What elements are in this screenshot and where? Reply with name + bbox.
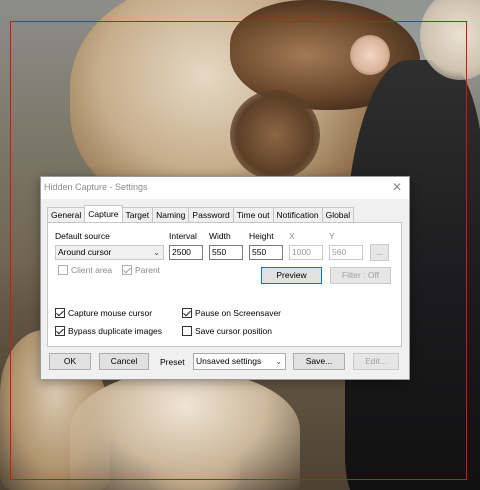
capture-mouse-cursor-checkbox[interactable]: Capture mouse cursor xyxy=(55,308,152,318)
filter-button[interactable]: Filter : Off xyxy=(330,267,391,284)
capture-tab-panel: Default source Around cursor ⌄ Interval … xyxy=(47,222,402,347)
checkbox-box xyxy=(182,326,192,336)
height-input[interactable]: 550 xyxy=(249,245,283,260)
y-input[interactable]: 560 xyxy=(329,245,363,260)
more-button[interactable]: ... xyxy=(370,244,389,261)
interval-input[interactable]: 2500 xyxy=(169,245,203,260)
save-cursor-position-checkbox[interactable]: Save cursor position xyxy=(182,326,272,336)
pause-on-screensaver-label: Pause on Screensaver xyxy=(195,308,281,318)
default-source-value: Around cursor xyxy=(58,247,112,257)
parent-checkbox[interactable]: Parent xyxy=(122,265,160,275)
height-label: Height xyxy=(249,231,274,241)
capture-mouse-cursor-label: Capture mouse cursor xyxy=(68,308,153,318)
default-source-label: Default source xyxy=(55,231,110,241)
x-input[interactable]: 1000 xyxy=(289,245,323,260)
tab-time-out[interactable]: Time out xyxy=(232,207,274,222)
checkbox-box xyxy=(58,265,68,275)
preview-button[interactable]: Preview xyxy=(261,267,322,284)
tab-naming[interactable]: Naming xyxy=(152,207,190,222)
tab-general[interactable]: General xyxy=(47,207,86,222)
chevron-down-icon: ⌄ xyxy=(275,357,282,366)
chevron-down-icon: ⌄ xyxy=(153,248,160,257)
edit-preset-button[interactable]: Edit... xyxy=(353,353,399,370)
close-icon[interactable]: ✕ xyxy=(389,179,405,195)
tab-global[interactable]: Global xyxy=(321,207,355,222)
tab-notification[interactable]: Notification xyxy=(272,207,323,222)
settings-dialog: Hidden Capture - Settings ✕ General Capt… xyxy=(40,176,410,380)
parent-label: Parent xyxy=(135,265,161,275)
pause-on-screensaver-checkbox[interactable]: Pause on Screensaver xyxy=(182,308,281,318)
bypass-duplicate-images-checkbox[interactable]: Bypass duplicate images xyxy=(55,326,162,336)
tab-password[interactable]: Password xyxy=(188,207,234,222)
interval-label: Interval xyxy=(169,231,197,241)
dialog-title: Hidden Capture - Settings xyxy=(44,182,148,192)
save-cursor-position-label: Save cursor position xyxy=(195,326,273,336)
checkbox-box xyxy=(55,308,65,318)
width-label: Width xyxy=(209,231,231,241)
save-preset-button[interactable]: Save... xyxy=(293,353,345,370)
width-input[interactable]: 550 xyxy=(209,245,243,260)
checkbox-box xyxy=(122,265,132,275)
checkbox-box xyxy=(55,326,65,336)
cancel-button[interactable]: Cancel xyxy=(99,353,149,370)
preset-select[interactable]: Unsaved settings ⌄ xyxy=(193,353,286,370)
tab-bar: General Capture Target Naming Password T… xyxy=(47,205,355,222)
title-bar[interactable]: Hidden Capture - Settings ✕ xyxy=(41,177,409,199)
client-area-label: Client area xyxy=(71,265,113,275)
tab-capture[interactable]: Capture xyxy=(84,205,123,222)
client-area-checkbox[interactable]: Client area xyxy=(58,265,112,275)
default-source-select[interactable]: Around cursor ⌄ xyxy=(55,245,164,260)
ok-button[interactable]: OK xyxy=(49,353,91,370)
x-label: X xyxy=(289,231,295,241)
preset-value: Unsaved settings xyxy=(196,356,262,366)
checkbox-box xyxy=(182,308,192,318)
preset-label: Preset xyxy=(160,357,185,367)
tab-target[interactable]: Target xyxy=(121,207,154,222)
y-label: Y xyxy=(329,231,335,241)
bypass-duplicate-images-label: Bypass duplicate images xyxy=(68,326,163,336)
